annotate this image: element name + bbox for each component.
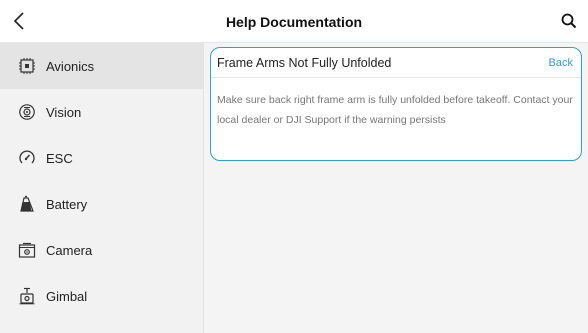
sidebar-item-label: Gimbal: [46, 288, 88, 304]
sidebar-item-gimbal[interactable]: Gimbal: [0, 273, 203, 319]
main-content: Frame Arms Not Fully Unfolded Back Make …: [204, 43, 588, 333]
avionics-chip-icon: [17, 56, 37, 76]
sidebar-item-label: Camera: [46, 242, 93, 258]
article-body: Make sure back right frame arm is fully …: [217, 94, 573, 126]
esc-gauge-icon: [17, 148, 37, 168]
sidebar: Avionics Vision ESC Battery Camera Gimba…: [0, 43, 204, 333]
article-title: Frame Arms Not Fully Unfolded: [217, 55, 392, 70]
sidebar-item-vision[interactable]: Vision: [0, 89, 203, 135]
search-icon: [561, 13, 577, 29]
header-bar: Help Documentation: [0, 0, 588, 43]
article-back-link[interactable]: Back: [549, 57, 573, 69]
sidebar-item-esc[interactable]: ESC: [0, 135, 203, 181]
sidebar-item-label: Battery: [46, 196, 88, 212]
camera-icon: [17, 240, 37, 260]
sidebar-item-label: Vision: [46, 104, 82, 120]
article-header: Frame Arms Not Fully Unfolded Back: [211, 48, 581, 78]
help-article-card: Frame Arms Not Fully Unfolded Back Make …: [210, 47, 582, 161]
chevron-left-icon: [13, 12, 24, 30]
vision-sensor-icon: [17, 102, 37, 122]
sidebar-item-battery[interactable]: Battery: [0, 181, 203, 227]
battery-icon: [17, 194, 37, 214]
sidebar-item-camera[interactable]: Camera: [0, 227, 203, 273]
sidebar-item-avionics[interactable]: Avionics: [0, 43, 203, 89]
gimbal-icon: [17, 286, 37, 306]
sidebar-item-label: ESC: [46, 150, 73, 166]
page-title: Help Documentation: [225, 13, 363, 30]
back-button[interactable]: [8, 10, 30, 32]
search-button[interactable]: [558, 10, 580, 32]
sidebar-item-label: Avionics: [46, 58, 95, 74]
